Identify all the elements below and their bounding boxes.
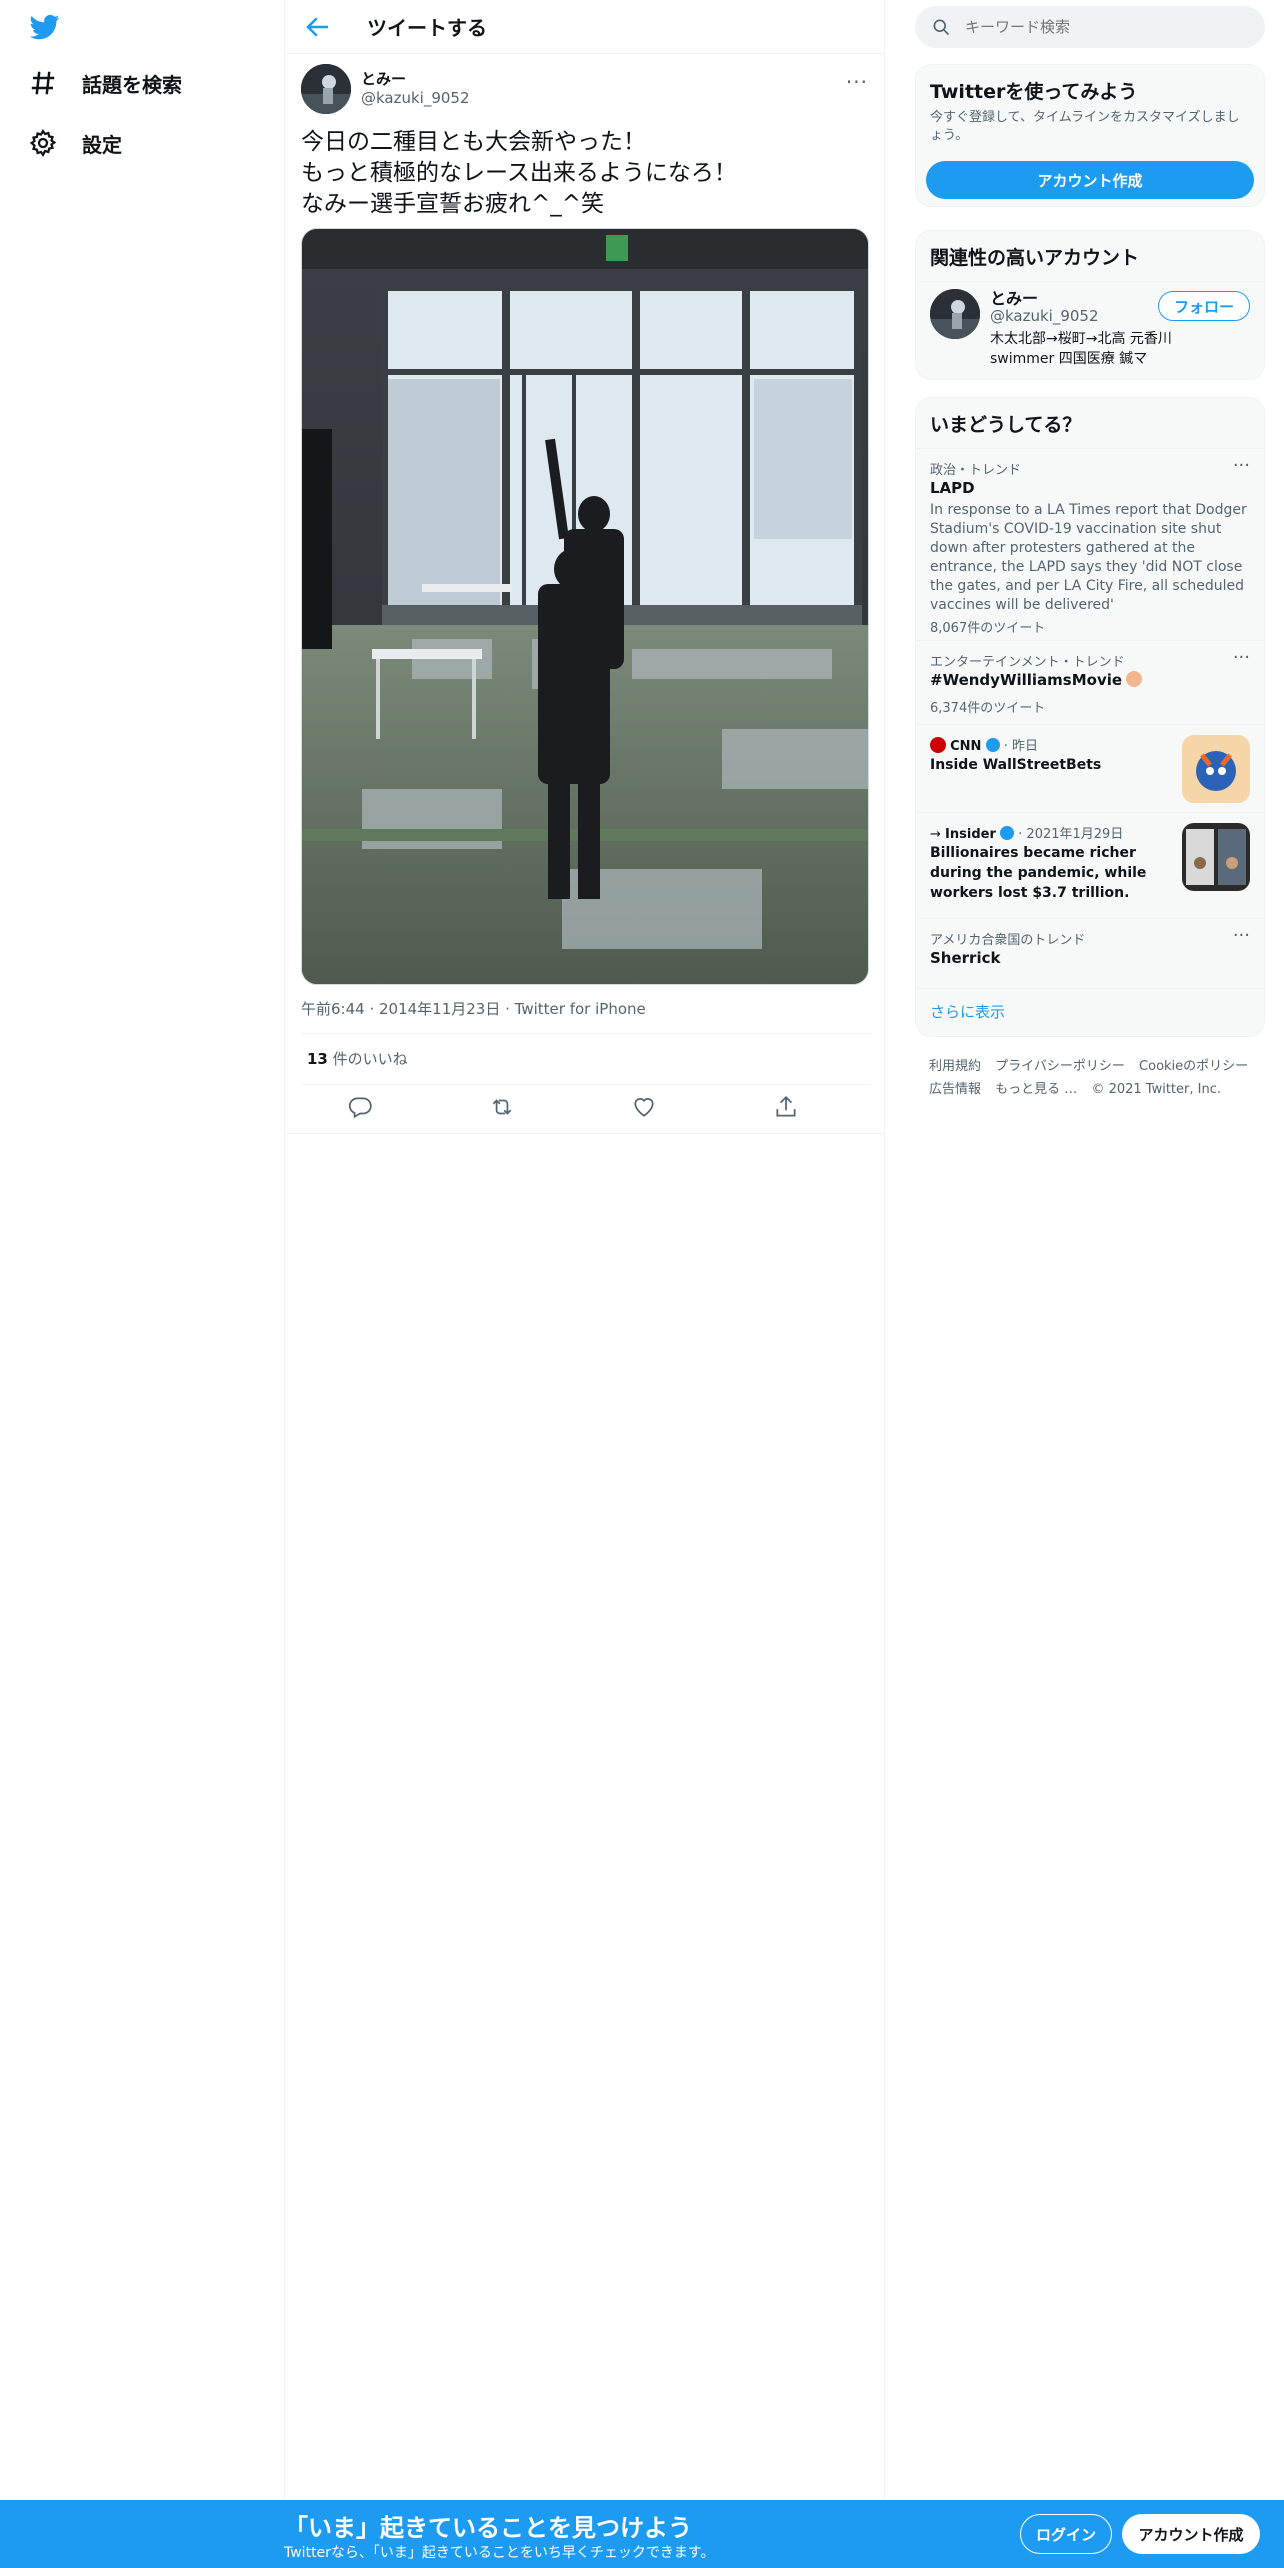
- signup-title: Twitterを使ってみよう: [930, 81, 1138, 103]
- related-accounts-card: 関連性の高いアカウント とみー @kazuki_9052 木太北部→桜町→北高 …: [915, 230, 1265, 380]
- trend-title: LAPD: [930, 479, 975, 497]
- trends-card: いまどうしてる？ 政治・トレンド ··· LAPD In response to…: [915, 397, 1265, 1037]
- more-options-icon[interactable]: ···: [1233, 455, 1250, 476]
- like-icon[interactable]: [631, 1094, 657, 1120]
- banner-subtitle: Twitterなら、「いま」起きていることをいち早くチェックできます。: [284, 2545, 715, 2561]
- tweet-source[interactable]: Twitter for iPhone: [515, 1000, 646, 1018]
- footer-link[interactable]: 利用規約: [929, 1059, 981, 1074]
- avatar[interactable]: [930, 289, 980, 339]
- tweet-actions: [301, 1088, 870, 1128]
- more-options-icon[interactable]: ···: [846, 70, 868, 94]
- left-nav: 話題を検索 設定: [0, 0, 284, 2500]
- banner-title: 「いま」起きていることを見つけよう: [284, 2514, 692, 2542]
- nav-explore[interactable]: 話題を検索: [28, 68, 182, 98]
- news-thumbnail: [1182, 823, 1250, 891]
- trend-category: エンターテインメント・トレンド: [930, 655, 1125, 670]
- search-input[interactable]: [965, 18, 1245, 36]
- tweet-author: とみー @kazuki_9052 ···: [301, 64, 870, 114]
- tweet-text-line: もっと積極的なレース出来るようになろ！: [301, 160, 737, 186]
- nav-settings[interactable]: 設定: [28, 128, 122, 158]
- gear-icon: [29, 129, 57, 158]
- trend-title: #WendyWilliamsMovie: [930, 671, 1143, 689]
- share-icon[interactable]: [773, 1094, 799, 1120]
- related-bio: 木太北部→桜町→北高 元香川 swimmer 四国医療 鍼マ: [990, 331, 1172, 367]
- tweet-text: 今日の二種目とも大会新やった！ もっと積極的なレース出来るようになろ！ なみー選…: [301, 127, 861, 220]
- author-handle[interactable]: @kazuki_9052: [361, 89, 470, 107]
- tweet-text-line: なみー選手宣誓お疲れ^_^笑: [301, 191, 605, 217]
- verified-icon: [1000, 826, 1015, 840]
- signup-button[interactable]: アカウント作成: [1122, 2514, 1260, 2554]
- news-item[interactable]: → Insider · 2021年1月29日 Billionaires beca…: [916, 812, 1264, 918]
- trend-count: 8,067件のツイート: [930, 621, 1046, 636]
- trend-item[interactable]: アメリカ合衆国のトレンド ··· Sherrick: [916, 918, 1264, 988]
- emoji-icon: [1126, 671, 1143, 687]
- twitter-logo-icon[interactable]: [28, 12, 62, 42]
- divider: [916, 281, 1264, 282]
- signup-description: 今すぐ登録して、タイムラインをカスタマイズしましょう。: [930, 110, 1240, 143]
- trend-item[interactable]: 政治・トレンド ··· LAPD In response to a LA Tim…: [916, 448, 1264, 640]
- login-button[interactable]: ログイン: [1020, 2514, 1112, 2554]
- hashtag-icon: [31, 71, 55, 95]
- copyright: © 2021 Twitter, Inc.: [1091, 1082, 1221, 1097]
- related-name[interactable]: とみー: [990, 285, 1038, 309]
- likes-summary[interactable]: 13 件のいいね: [307, 1048, 408, 1069]
- footer-link[interactable]: 広告情報: [929, 1082, 981, 1097]
- search-icon: [933, 19, 950, 36]
- page-header: ツイートする: [285, 0, 884, 54]
- main-column: ツイートする とみー @kazuki_9052 ··· 今日の二種目とも大会新や…: [284, 0, 885, 2500]
- related-title: 関連性の高いアカウント: [930, 247, 1140, 269]
- trend-category: アメリカ合衆国のトレンド: [930, 933, 1086, 948]
- photo-pool-hall: [302, 229, 868, 984]
- search-box[interactable]: [915, 6, 1265, 48]
- trend-item[interactable]: エンターテインメント・トレンド ··· #WendyWilliamsMovie …: [916, 640, 1264, 724]
- more-options-icon[interactable]: ···: [1233, 925, 1250, 946]
- trend-title: Sherrick: [930, 949, 1001, 967]
- signup-card: Twitterを使ってみよう 今すぐ登録して、タイムラインをカスタマイズしましょ…: [915, 64, 1265, 207]
- trends-title: いまどうしてる？: [930, 414, 1082, 436]
- avatar[interactable]: [301, 64, 351, 114]
- divider: [285, 1133, 885, 1134]
- related-handle[interactable]: @kazuki_9052: [990, 307, 1099, 325]
- signup-banner: 「いま」起きていることを見つけよう Twitterなら、「いま」起きていることを…: [0, 2500, 1284, 2568]
- news-meta: CNN · 昨日: [930, 735, 1038, 754]
- verified-icon: [985, 738, 1000, 752]
- trend-count: 6,374件のツイート: [930, 701, 1046, 716]
- back-arrow-icon[interactable]: [303, 12, 333, 42]
- show-more-link[interactable]: さらに表示: [930, 1001, 1005, 1022]
- tweet-date[interactable]: 2014年11月23日: [379, 1000, 500, 1018]
- footer-links: 利用規約 プライバシーポリシー Cookieのポリシー 広告情報 もっと見る ……: [929, 1055, 1259, 1101]
- page-title: ツイートする: [367, 16, 487, 40]
- trend-description: In response to a LA Times report that Do…: [930, 502, 1247, 613]
- trend-category: 政治・トレンド: [930, 463, 1022, 478]
- news-title: Inside WallStreetBets: [930, 757, 1102, 773]
- tweet-meta: 午前6:44 · 2014年11月23日 · Twitter for iPhon…: [301, 1000, 646, 1018]
- divider: [916, 988, 1264, 989]
- reply-icon[interactable]: [347, 1094, 373, 1120]
- create-account-button[interactable]: アカウント作成: [926, 161, 1254, 199]
- footer-link[interactable]: Cookieのポリシー: [1139, 1059, 1248, 1074]
- cnn-logo-icon: [930, 737, 946, 753]
- insider-logo-icon: →: [930, 827, 941, 842]
- tweet-text-line: 今日の二種目とも大会新やった！: [301, 129, 646, 155]
- nav-explore-label: 話題を検索: [82, 72, 182, 97]
- likes-count: 13: [307, 1050, 328, 1068]
- divider: [301, 1033, 870, 1034]
- news-item[interactable]: CNN · 昨日 Inside WallStreetBets: [916, 724, 1264, 812]
- likes-label: 件のいいね: [327, 1050, 408, 1068]
- nav-settings-label: 設定: [82, 132, 122, 157]
- more-options-icon[interactable]: ···: [1233, 647, 1250, 668]
- news-meta: → Insider · 2021年1月29日: [930, 826, 1124, 842]
- tweet-time[interactable]: 午前6:44: [301, 1000, 365, 1018]
- news-title: Billionaires became richer during the pa…: [930, 845, 1147, 901]
- news-thumbnail: [1182, 735, 1250, 803]
- tweet-photo[interactable]: [301, 228, 869, 985]
- retweet-icon[interactable]: [489, 1094, 515, 1120]
- author-name[interactable]: とみー: [361, 68, 406, 89]
- divider: [301, 1084, 870, 1085]
- footer-link[interactable]: もっと見る …: [995, 1082, 1077, 1097]
- footer-link[interactable]: プライバシーポリシー: [995, 1059, 1125, 1074]
- follow-button[interactable]: フォロー: [1158, 291, 1250, 321]
